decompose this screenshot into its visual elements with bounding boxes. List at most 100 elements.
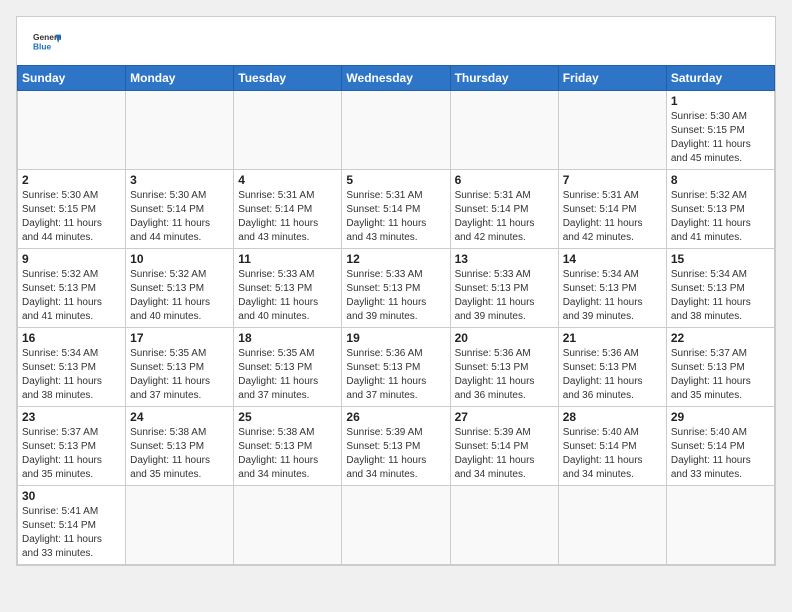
day-info: Sunrise: 5:30 AM Sunset: 5:15 PM Dayligh… <box>671 110 770 166</box>
day-number: 21 <box>563 331 662 345</box>
day-info: Sunrise: 5:36 AM Sunset: 5:13 PM Dayligh… <box>455 347 554 403</box>
day-header-wednesday: Wednesday <box>342 66 450 91</box>
day-info: Sunrise: 5:32 AM Sunset: 5:13 PM Dayligh… <box>130 268 229 324</box>
day-number: 24 <box>130 410 229 424</box>
day-cell: 28 Sunrise: 5:40 AM Sunset: 5:14 PM Dayli… <box>558 407 666 486</box>
day-number: 15 <box>671 252 770 266</box>
day-info: Sunrise: 5:41 AM Sunset: 5:14 PM Dayligh… <box>22 505 121 561</box>
day-number: 18 <box>238 331 337 345</box>
day-info: Sunrise: 5:30 AM Sunset: 5:14 PM Dayligh… <box>130 189 229 245</box>
day-number: 29 <box>671 410 770 424</box>
day-header-friday: Friday <box>558 66 666 91</box>
day-cell: 22 Sunrise: 5:37 AM Sunset: 5:13 PM Dayli… <box>666 328 774 407</box>
svg-text:Blue: Blue <box>33 41 51 51</box>
day-number: 22 <box>671 331 770 345</box>
calendar-container: General Blue SundayMondayTuesdayWednesda… <box>16 16 776 566</box>
day-number: 6 <box>455 173 554 187</box>
day-info: Sunrise: 5:34 AM Sunset: 5:13 PM Dayligh… <box>671 268 770 324</box>
day-header-monday: Monday <box>126 66 234 91</box>
day-cell: 6 Sunrise: 5:31 AM Sunset: 5:14 PM Daylig… <box>450 170 558 249</box>
day-number: 17 <box>130 331 229 345</box>
day-number: 9 <box>22 252 121 266</box>
day-info: Sunrise: 5:33 AM Sunset: 5:13 PM Dayligh… <box>346 268 445 324</box>
day-number: 25 <box>238 410 337 424</box>
day-number: 27 <box>455 410 554 424</box>
week-row-5: 23Sunrise: 5:37 AM Sunset: 5:13 PM Dayli… <box>18 407 775 486</box>
day-info: Sunrise: 5:33 AM Sunset: 5:13 PM Dayligh… <box>238 268 337 324</box>
day-info: Sunrise: 5:36 AM Sunset: 5:13 PM Dayligh… <box>346 347 445 403</box>
day-number: 11 <box>238 252 337 266</box>
week-row-3: 9 Sunrise: 5:32 AM Sunset: 5:13 PM Daylig… <box>18 249 775 328</box>
calendar-table: SundayMondayTuesdayWednesdayThursdayFrid… <box>17 65 775 565</box>
day-cell: 8 Sunrise: 5:32 AM Sunset: 5:13 PM Daylig… <box>666 170 774 249</box>
day-header-saturday: Saturday <box>666 66 774 91</box>
day-number: 23 <box>22 410 121 424</box>
logo-icon: General Blue <box>33 29 61 57</box>
day-number: 12 <box>346 252 445 266</box>
day-info: Sunrise: 5:31 AM Sunset: 5:14 PM Dayligh… <box>455 189 554 245</box>
day-cell: 27 Sunrise: 5:39 AM Sunset: 5:14 PM Dayli… <box>450 407 558 486</box>
day-info: Sunrise: 5:37 AM Sunset: 5:13 PM Dayligh… <box>671 347 770 403</box>
day-cell: 18 Sunrise: 5:35 AM Sunset: 5:13 PM Dayli… <box>234 328 342 407</box>
day-info: Sunrise: 5:31 AM Sunset: 5:14 PM Dayligh… <box>238 189 337 245</box>
day-cell <box>450 91 558 170</box>
day-number: 3 <box>130 173 229 187</box>
day-cell: 5Sunrise: 5:31 AM Sunset: 5:14 PM Daylig… <box>342 170 450 249</box>
day-number: 19 <box>346 331 445 345</box>
day-info: Sunrise: 5:38 AM Sunset: 5:13 PM Dayligh… <box>130 426 229 482</box>
day-number: 8 <box>671 173 770 187</box>
week-row-4: 16 Sunrise: 5:34 AM Sunset: 5:13 PM Dayli… <box>18 328 775 407</box>
day-number: 26 <box>346 410 445 424</box>
day-cell <box>558 486 666 565</box>
day-number: 30 <box>22 489 121 503</box>
day-cell: 9 Sunrise: 5:32 AM Sunset: 5:13 PM Daylig… <box>18 249 126 328</box>
day-info: Sunrise: 5:34 AM Sunset: 5:13 PM Dayligh… <box>563 268 662 324</box>
day-cell: 29 Sunrise: 5:40 AM Sunset: 5:14 PM Dayli… <box>666 407 774 486</box>
day-cell: 30 Sunrise: 5:41 AM Sunset: 5:14 PM Dayli… <box>18 486 126 565</box>
day-cell: 26 Sunrise: 5:39 AM Sunset: 5:13 PM Dayli… <box>342 407 450 486</box>
day-info: Sunrise: 5:39 AM Sunset: 5:13 PM Dayligh… <box>346 426 445 482</box>
day-info: Sunrise: 5:30 AM Sunset: 5:15 PM Dayligh… <box>22 189 121 245</box>
day-cell: 20 Sunrise: 5:36 AM Sunset: 5:13 PM Dayli… <box>450 328 558 407</box>
days-header-row: SundayMondayTuesdayWednesdayThursdayFrid… <box>18 66 775 91</box>
day-number: 5 <box>346 173 445 187</box>
day-info: Sunrise: 5:39 AM Sunset: 5:14 PM Dayligh… <box>455 426 554 482</box>
day-cell <box>342 91 450 170</box>
day-number: 1 <box>671 94 770 108</box>
day-info: Sunrise: 5:36 AM Sunset: 5:13 PM Dayligh… <box>563 347 662 403</box>
day-number: 20 <box>455 331 554 345</box>
logo: General Blue <box>33 29 61 57</box>
day-cell: 1 Sunrise: 5:30 AM Sunset: 5:15 PM Daylig… <box>666 91 774 170</box>
day-info: Sunrise: 5:35 AM Sunset: 5:13 PM Dayligh… <box>130 347 229 403</box>
day-cell: 16 Sunrise: 5:34 AM Sunset: 5:13 PM Dayli… <box>18 328 126 407</box>
day-info: Sunrise: 5:34 AM Sunset: 5:13 PM Dayligh… <box>22 347 121 403</box>
day-number: 14 <box>563 252 662 266</box>
day-cell: 2Sunrise: 5:30 AM Sunset: 5:15 PM Daylig… <box>18 170 126 249</box>
day-cell <box>342 486 450 565</box>
day-cell <box>234 486 342 565</box>
day-number: 16 <box>22 331 121 345</box>
day-number: 4 <box>238 173 337 187</box>
day-info: Sunrise: 5:33 AM Sunset: 5:13 PM Dayligh… <box>455 268 554 324</box>
day-cell: 4 Sunrise: 5:31 AM Sunset: 5:14 PM Daylig… <box>234 170 342 249</box>
day-header-tuesday: Tuesday <box>234 66 342 91</box>
day-cell <box>234 91 342 170</box>
day-info: Sunrise: 5:38 AM Sunset: 5:13 PM Dayligh… <box>238 426 337 482</box>
day-cell: 25 Sunrise: 5:38 AM Sunset: 5:13 PM Dayli… <box>234 407 342 486</box>
day-info: Sunrise: 5:32 AM Sunset: 5:13 PM Dayligh… <box>22 268 121 324</box>
day-cell <box>666 486 774 565</box>
day-number: 10 <box>130 252 229 266</box>
day-number: 13 <box>455 252 554 266</box>
day-cell: 11 Sunrise: 5:33 AM Sunset: 5:13 PM Dayli… <box>234 249 342 328</box>
day-info: Sunrise: 5:31 AM Sunset: 5:14 PM Dayligh… <box>563 189 662 245</box>
day-info: Sunrise: 5:32 AM Sunset: 5:13 PM Dayligh… <box>671 189 770 245</box>
day-header-sunday: Sunday <box>18 66 126 91</box>
day-info: Sunrise: 5:40 AM Sunset: 5:14 PM Dayligh… <box>671 426 770 482</box>
week-row-1: 1 Sunrise: 5:30 AM Sunset: 5:15 PM Daylig… <box>18 91 775 170</box>
day-info: Sunrise: 5:40 AM Sunset: 5:14 PM Dayligh… <box>563 426 662 482</box>
day-info: Sunrise: 5:35 AM Sunset: 5:13 PM Dayligh… <box>238 347 337 403</box>
day-number: 28 <box>563 410 662 424</box>
day-number: 7 <box>563 173 662 187</box>
day-cell <box>18 91 126 170</box>
day-cell: 10 Sunrise: 5:32 AM Sunset: 5:13 PM Dayli… <box>126 249 234 328</box>
